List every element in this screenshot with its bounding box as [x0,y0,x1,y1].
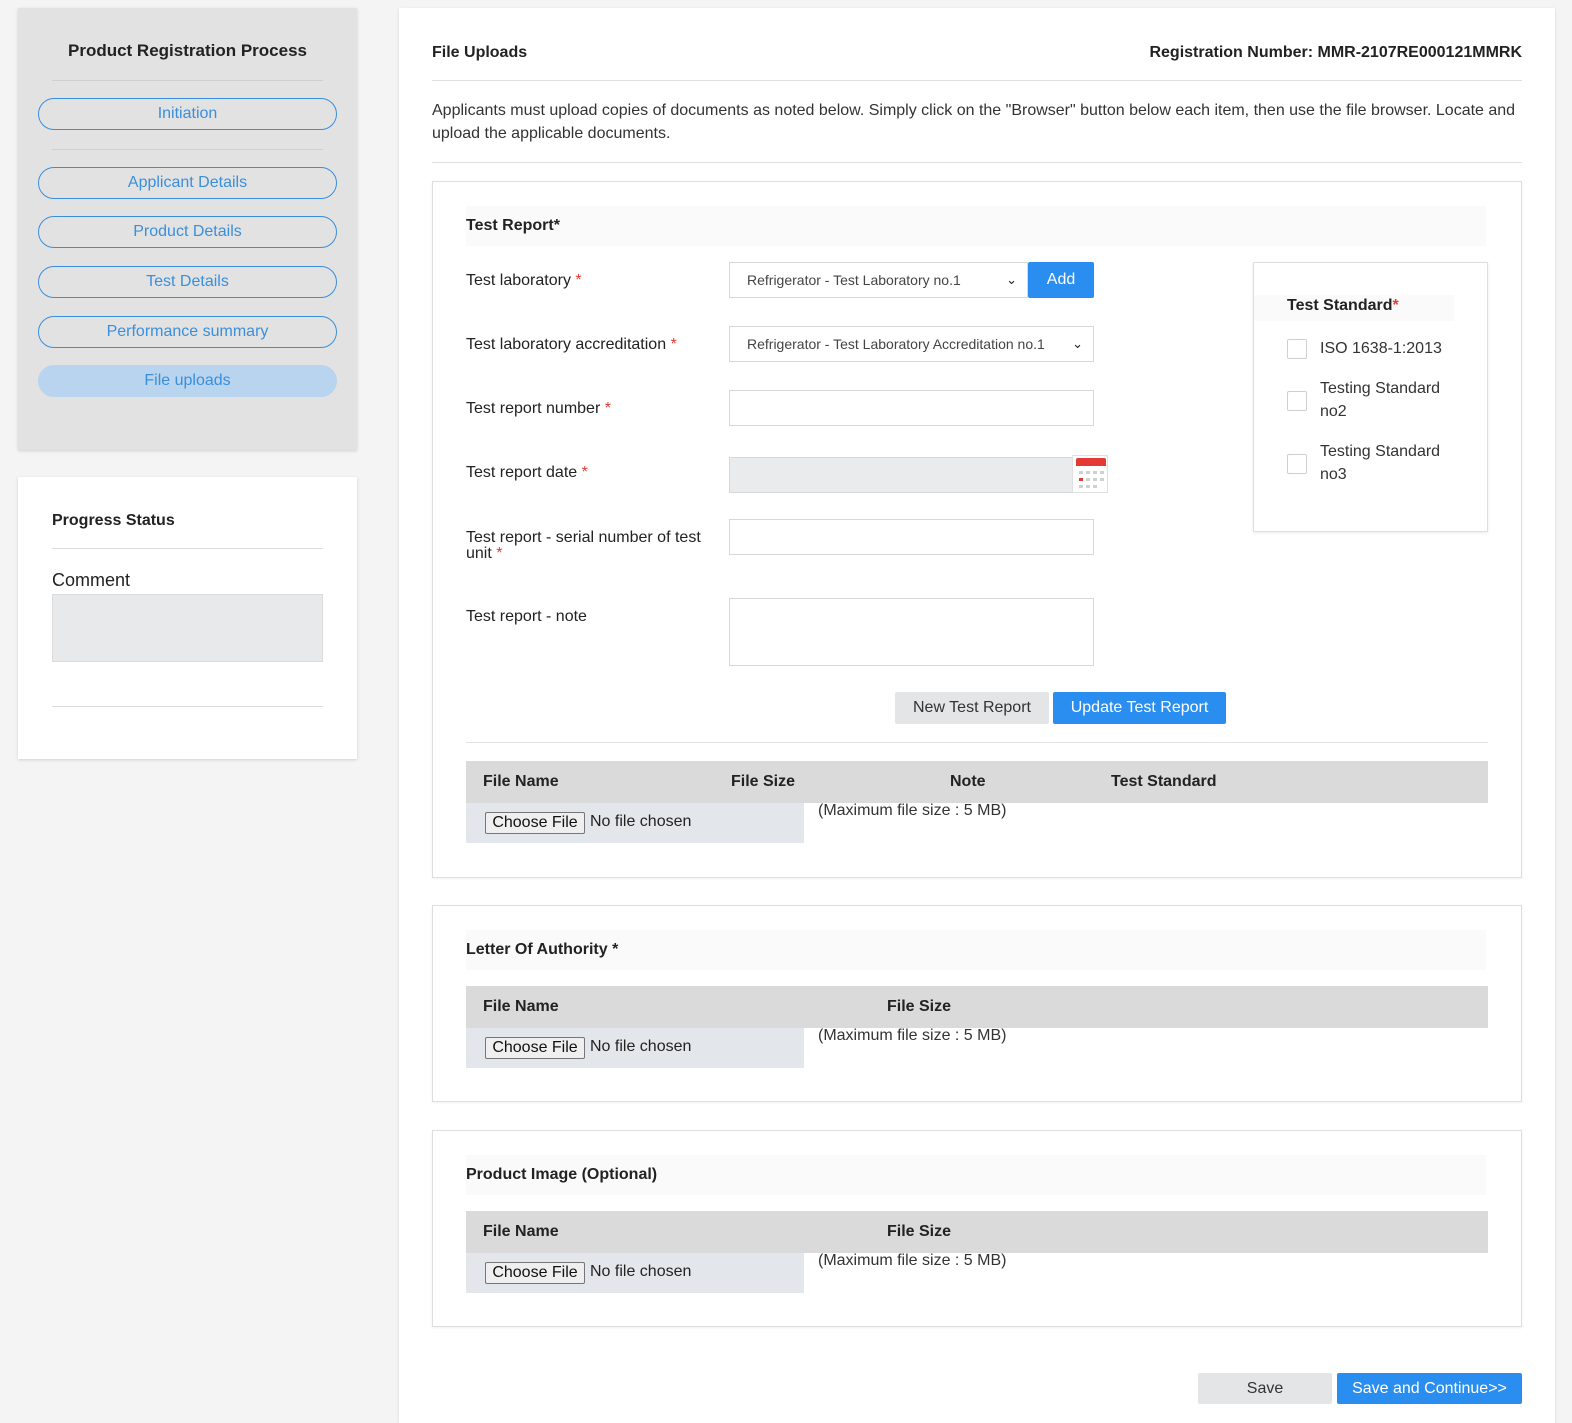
column-file-size: File Size [731,773,796,790]
divider [432,80,1522,81]
column-file-name: File Name [483,1223,559,1240]
update-test-report-button[interactable]: Update Test Report [1053,692,1226,724]
chevron-down-icon: ⌄ [1072,336,1083,351]
registration-number: Registration Number: MMR-2107RE000121MMR… [1149,44,1522,61]
checkbox[interactable] [1287,454,1307,474]
chevron-down-icon: ⌄ [1006,272,1017,287]
letter-of-authority-card: Letter Of Authority * File Name File Siz… [432,905,1522,1102]
test-laboratory-label: Test laboratory * [466,272,582,289]
column-file-size: File Size [887,998,952,1015]
test-report-serial-label: Test report - serial number of test unit … [466,529,701,562]
product-image-heading: Product Image (Optional) [466,1155,1486,1195]
instructions-text: Applicants must upload copies of documen… [432,102,1516,142]
step-product-details-button[interactable]: Product Details [38,216,337,248]
test-report-note-textarea[interactable] [729,598,1094,666]
save-button[interactable]: Save [1198,1373,1332,1404]
step-applicant-details-button[interactable]: Applicant Details [38,167,337,199]
divider [52,149,323,150]
letter-file-input: Choose File No file chosen [466,1028,804,1068]
product-image-files-table-header: File Name File Size [466,1211,1488,1253]
test-report-card: Test Report* Test laboratory * Refrigera… [432,181,1522,878]
test-laboratory-accreditation-select[interactable]: Refrigerator - Test Laboratory Accredita… [729,326,1094,362]
max-file-size-note: (Maximum file size : 5 MB) [818,1027,1007,1044]
test-report-date-input[interactable] [729,457,1074,493]
column-file-size: File Size [887,1223,952,1240]
test-standard-panel: Test Standard* ISO 1638-1:2013 Testing S… [1253,262,1488,532]
divider [52,80,323,81]
file-uploads-panel: File Uploads Registration Number: MMR-21… [399,8,1555,1423]
choose-file-button[interactable]: Choose File [485,1262,585,1284]
no-file-chosen-text: No file chosen [590,1263,692,1280]
step-initiation-button[interactable]: Initiation [38,98,337,130]
test-report-files-table-header: File Name File Size Note Test Standard [466,761,1488,803]
comment-label: Comment [52,570,131,590]
no-file-chosen-text: No file chosen [590,1038,692,1055]
max-file-size-note: (Maximum file size : 5 MB) [818,1252,1007,1269]
choose-file-button[interactable]: Choose File [485,812,585,834]
add-laboratory-button[interactable]: Add [1028,262,1094,298]
save-and-continue-button[interactable]: Save and Continue>> [1337,1373,1522,1404]
column-test-standard: Test Standard [1111,773,1217,790]
test-report-heading: Test Report* [466,206,1486,246]
test-report-number-input[interactable] [729,390,1094,426]
product-image-file-input: Choose File No file chosen [466,1253,804,1293]
no-file-chosen-text: No file chosen [590,813,692,830]
step-performance-summary-button[interactable]: Performance summary [38,316,337,348]
divider [52,548,323,549]
test-laboratory-accreditation-label: Test laboratory accreditation * [466,336,677,353]
step-test-details-button[interactable]: Test Details [38,266,337,298]
divider [52,706,323,707]
letter-of-authority-heading: Letter Of Authority * [466,930,1486,970]
test-laboratory-select[interactable]: Refrigerator - Test Laboratory no.1 ⌄ [729,262,1028,298]
checkbox[interactable] [1287,339,1307,359]
steps-title: Product Registration Process [67,41,307,60]
max-file-size-note: (Maximum file size : 5 MB) [818,802,1007,819]
test-report-file-input: Choose File No file chosen [466,803,804,843]
column-note: Note [950,773,986,790]
test-standard-title: Test Standard* [1254,295,1454,321]
new-test-report-button[interactable]: New Test Report [895,692,1049,724]
progress-status-title: Progress Status [52,512,175,529]
column-file-name: File Name [483,998,559,1015]
test-report-number-label: Test report number * [466,400,611,417]
divider [432,162,1522,163]
test-report-date-label: Test report date * [466,464,588,481]
column-file-name: File Name [483,773,559,790]
divider [466,742,1488,743]
choose-file-button[interactable]: Choose File [485,1037,585,1059]
calendar-icon[interactable] [1072,455,1108,493]
test-report-note-label: Test report - note [466,608,587,625]
step-file-uploads-button[interactable]: File uploads [38,365,337,397]
letter-files-table-header: File Name File Size [466,986,1488,1028]
comment-box [52,594,323,662]
test-report-serial-input[interactable] [729,519,1094,555]
checkbox[interactable] [1287,391,1307,411]
progress-status-card: Progress Status Comment [18,477,357,759]
product-image-card: Product Image (Optional) File Name File … [432,1130,1522,1327]
registration-steps-panel: Product Registration Process Initiation … [18,8,357,450]
page-title: File Uploads [432,44,528,61]
